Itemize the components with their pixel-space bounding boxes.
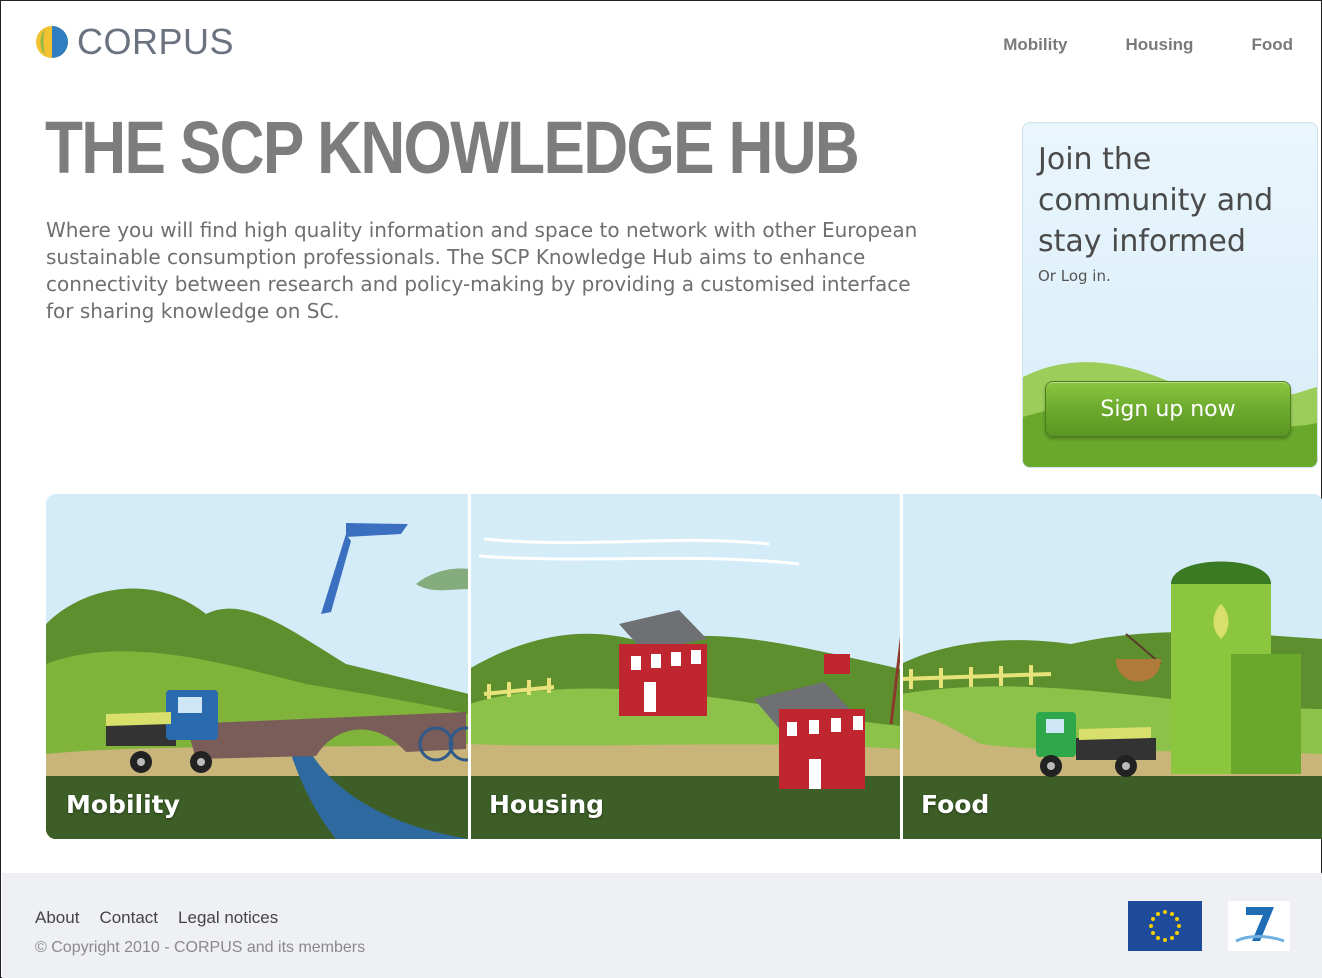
brand-logo[interactable]: CORPUS: [35, 21, 234, 63]
panel-divider: [900, 494, 903, 839]
join-community-card: Join the community and stay informed Or …: [1022, 122, 1318, 468]
eu-flag-icon[interactable]: [1128, 901, 1202, 955]
panel-divider: [468, 494, 471, 839]
login-link[interactable]: Or Log in.: [1038, 267, 1111, 285]
nav-link-housing[interactable]: Housing: [1125, 35, 1193, 55]
themes-illustration: Mobility Housing Food: [46, 494, 1322, 839]
theme-label-housing: Housing: [489, 790, 605, 819]
top-navigation: Mobility Housing Food: [1003, 35, 1293, 55]
footer-link-legal-notices[interactable]: Legal notices: [178, 908, 278, 928]
theme-panel-housing[interactable]: Housing: [469, 494, 901, 839]
nav-link-mobility[interactable]: Mobility: [1003, 35, 1067, 55]
theme-label-food: Food: [921, 790, 990, 819]
fp7-logo-icon[interactable]: [1228, 901, 1290, 955]
footer: About Contact Legal notices © Copyright …: [2, 873, 1322, 978]
nav-link-food[interactable]: Food: [1251, 35, 1293, 55]
sign-up-button[interactable]: Sign up now: [1045, 381, 1291, 437]
copyright-text: © Copyright 2010 - CORPUS and its member…: [35, 939, 366, 956]
silo-truck-illustration: [901, 494, 1322, 839]
footer-link-about[interactable]: About: [35, 908, 79, 928]
page-title: THE SCP KNOWLEDGE HUB: [45, 106, 860, 189]
footer-links: About Contact Legal notices: [35, 908, 278, 928]
brand-name: CORPUS: [77, 21, 235, 62]
theme-panel-mobility[interactable]: Mobility: [46, 494, 469, 839]
theme-label-mobility: Mobility: [66, 790, 180, 819]
footer-link-contact[interactable]: Contact: [99, 908, 158, 928]
theme-panel-food[interactable]: Food: [901, 494, 1322, 839]
hang-glider-truck-bridge-illustration: [46, 494, 469, 839]
houses-windmill-illustration: [469, 494, 901, 839]
globe-icon: [35, 25, 69, 59]
intro-paragraph: Where you will find high quality informa…: [46, 218, 918, 323]
join-title: Join the community and stay informed: [1038, 142, 1274, 259]
